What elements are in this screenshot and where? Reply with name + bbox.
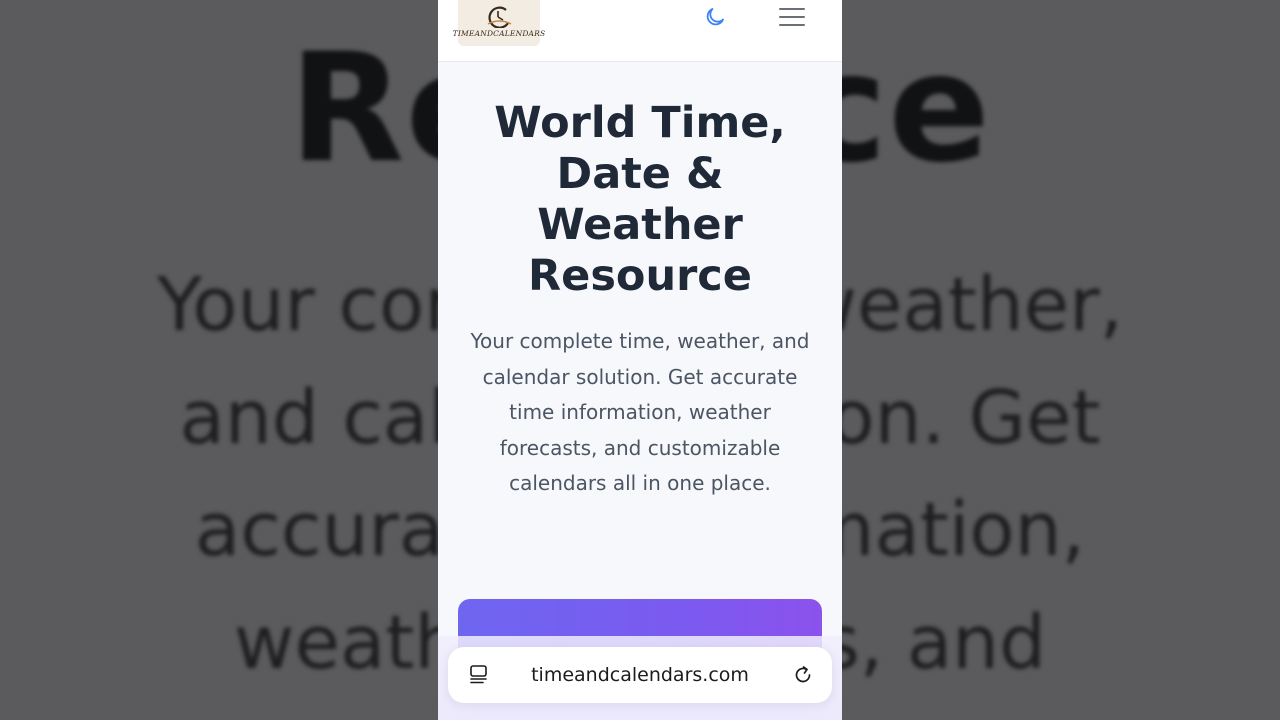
dark-mode-toggle[interactable]	[700, 4, 730, 30]
clock-logo-icon	[487, 6, 512, 28]
url-text[interactable]: timeandcalendars.com	[508, 662, 772, 688]
menu-bar	[779, 24, 805, 26]
menu-bar	[779, 8, 805, 10]
logo-text: TIMEANDCALENDARS	[452, 29, 546, 38]
hero-subtitle: Your complete time, weather, and calenda…	[470, 329, 810, 495]
phone-screen: TIMEANDCALENDARS World Time, Date & Weat…	[438, 0, 842, 720]
hero-title: World Time, Date & Weather Resource	[494, 98, 786, 301]
site-header: TIMEANDCALENDARS	[438, 0, 842, 62]
hamburger-menu-button[interactable]	[776, 4, 808, 30]
tabs-icon[interactable]	[468, 664, 490, 686]
moon-icon	[706, 8, 724, 26]
menu-bar	[779, 16, 805, 18]
site-logo[interactable]: TIMEANDCALENDARS	[453, 0, 545, 46]
reload-icon[interactable]	[792, 664, 814, 686]
